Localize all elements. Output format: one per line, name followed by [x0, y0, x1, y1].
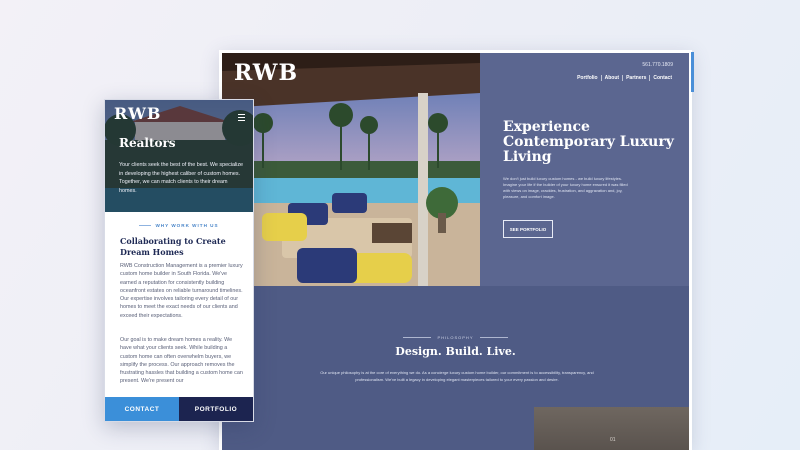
phone-number[interactable]: 561.770.1809 — [642, 62, 673, 68]
interior-photo — [534, 407, 689, 450]
why-eyebrow-text: WHY WORK WITH US — [155, 223, 219, 228]
nav-about[interactable]: About — [600, 75, 622, 81]
nav-partners[interactable]: Partners — [622, 75, 649, 81]
contact-button[interactable]: CONTACT — [105, 397, 179, 421]
nav-portfolio[interactable]: Portfolio — [574, 75, 601, 81]
hero-overlay — [480, 53, 689, 286]
mobile-hero-title: Realtors — [119, 136, 176, 150]
logo[interactable]: RWB — [234, 60, 298, 86]
desktop-preview: RWB 561.770.1809 Portfolio About Partner… — [219, 50, 692, 450]
philosophy-eyebrow: PHILOSOPHY — [222, 335, 689, 340]
mobile-preview: RWB Realtors Your clients seek the best … — [104, 99, 254, 422]
why-eyebrow: WHY WORK WITH US — [105, 223, 253, 228]
hero-title: Experience Contemporary Luxury Living — [503, 119, 674, 165]
scrollbar[interactable] — [691, 52, 694, 92]
main-nav: Portfolio About Partners Contact — [574, 75, 675, 81]
paragraph-2: Our goal is to make dream homes a realit… — [120, 337, 243, 385]
section-heading: Collaborating to Create Dream Homes — [120, 236, 226, 257]
nav-contact[interactable]: Contact — [649, 75, 675, 81]
desktop-page: RWB 561.770.1809 Portfolio About Partner… — [222, 53, 689, 450]
see-portfolio-button[interactable]: SEE PORTFOLIO — [503, 220, 553, 238]
slide-counter: 01 — [610, 437, 616, 443]
cta-bar: CONTACT PORTFOLIO — [105, 397, 253, 421]
hero-body: We don't just build luxury custom homes … — [503, 176, 628, 199]
mobile-hero: RWB Realtors Your clients seek the best … — [105, 100, 253, 212]
mobile-logo[interactable]: RWB — [114, 104, 161, 123]
philosophy-title: Design. Build. Live. — [395, 345, 516, 358]
hero-photo — [222, 53, 480, 286]
mobile-hero-body: Your clients seek the best of the best. … — [119, 162, 244, 194]
patio-image — [222, 53, 480, 286]
portfolio-button[interactable]: PORTFOLIO — [179, 397, 253, 421]
philosophy-body: Our unique philosophy is at the core of … — [320, 370, 594, 382]
paragraph-1: RWB Construction Management is a premier… — [120, 263, 243, 319]
philosophy-eyebrow-text: PHILOSOPHY — [437, 335, 474, 340]
hamburger-menu-icon[interactable] — [238, 114, 245, 123]
